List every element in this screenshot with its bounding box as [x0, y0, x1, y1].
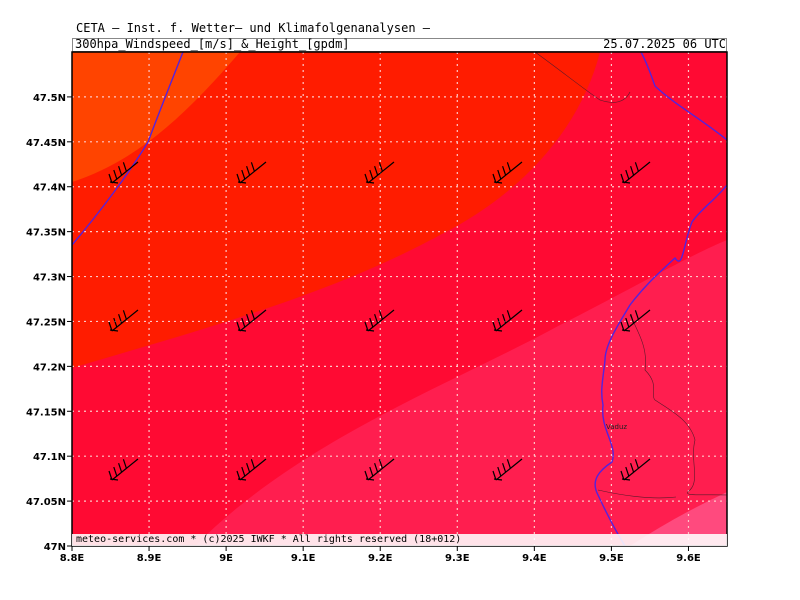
lon-tick-label: 9.6E — [676, 553, 701, 564]
map-plot-area — [72, 52, 727, 546]
lon-tick-label: 9.3E — [445, 553, 470, 564]
lon-tick-label: 8.8E — [60, 553, 85, 564]
lat-tick-label: 47.15N — [26, 407, 66, 418]
lat-tick-label: 47.2N — [33, 362, 66, 373]
lat-tick-label: 47.1N — [33, 452, 66, 463]
lat-tick-label: 47.25N — [26, 317, 66, 328]
lon-tick-label: 9.2E — [368, 553, 393, 564]
lat-tick-label: 47.05N — [26, 497, 66, 508]
lat-tick-label: 47.35N — [26, 228, 66, 239]
lat-tick-label: 47.3N — [33, 273, 66, 284]
lon-tick-label: 9.5E — [599, 553, 624, 564]
longitude-axis: 8.8E 8.9E 9E 9.1E 9.2E 9.3E 9.4E 9.5E 9.6E — [60, 546, 701, 564]
weather-map: 47.5N 47.45N 47.4N 47.35N 47.3N 47.25N 47.2N 47… — [26, 51, 728, 564]
copyright-footer: meteo-services.com * (c)2025 IWKF * All … — [76, 534, 462, 545]
town-label-vaduz: Vaduz — [606, 423, 627, 431]
lon-tick-label: 9E — [219, 553, 233, 564]
lon-tick-label: 9.4E — [522, 553, 547, 564]
lat-tick-label: 47N — [44, 542, 66, 553]
lat-tick-label: 47.4N — [33, 183, 66, 194]
lon-tick-label: 9.1E — [291, 553, 316, 564]
lon-tick-label: 8.9E — [137, 553, 162, 564]
latitude-axis: 47.5N 47.45N 47.4N 47.35N 47.3N 47.25N 47.2N 47… — [26, 93, 72, 553]
lat-tick-label: 47.5N — [33, 93, 66, 104]
lat-tick-label: 47.45N — [26, 138, 66, 149]
